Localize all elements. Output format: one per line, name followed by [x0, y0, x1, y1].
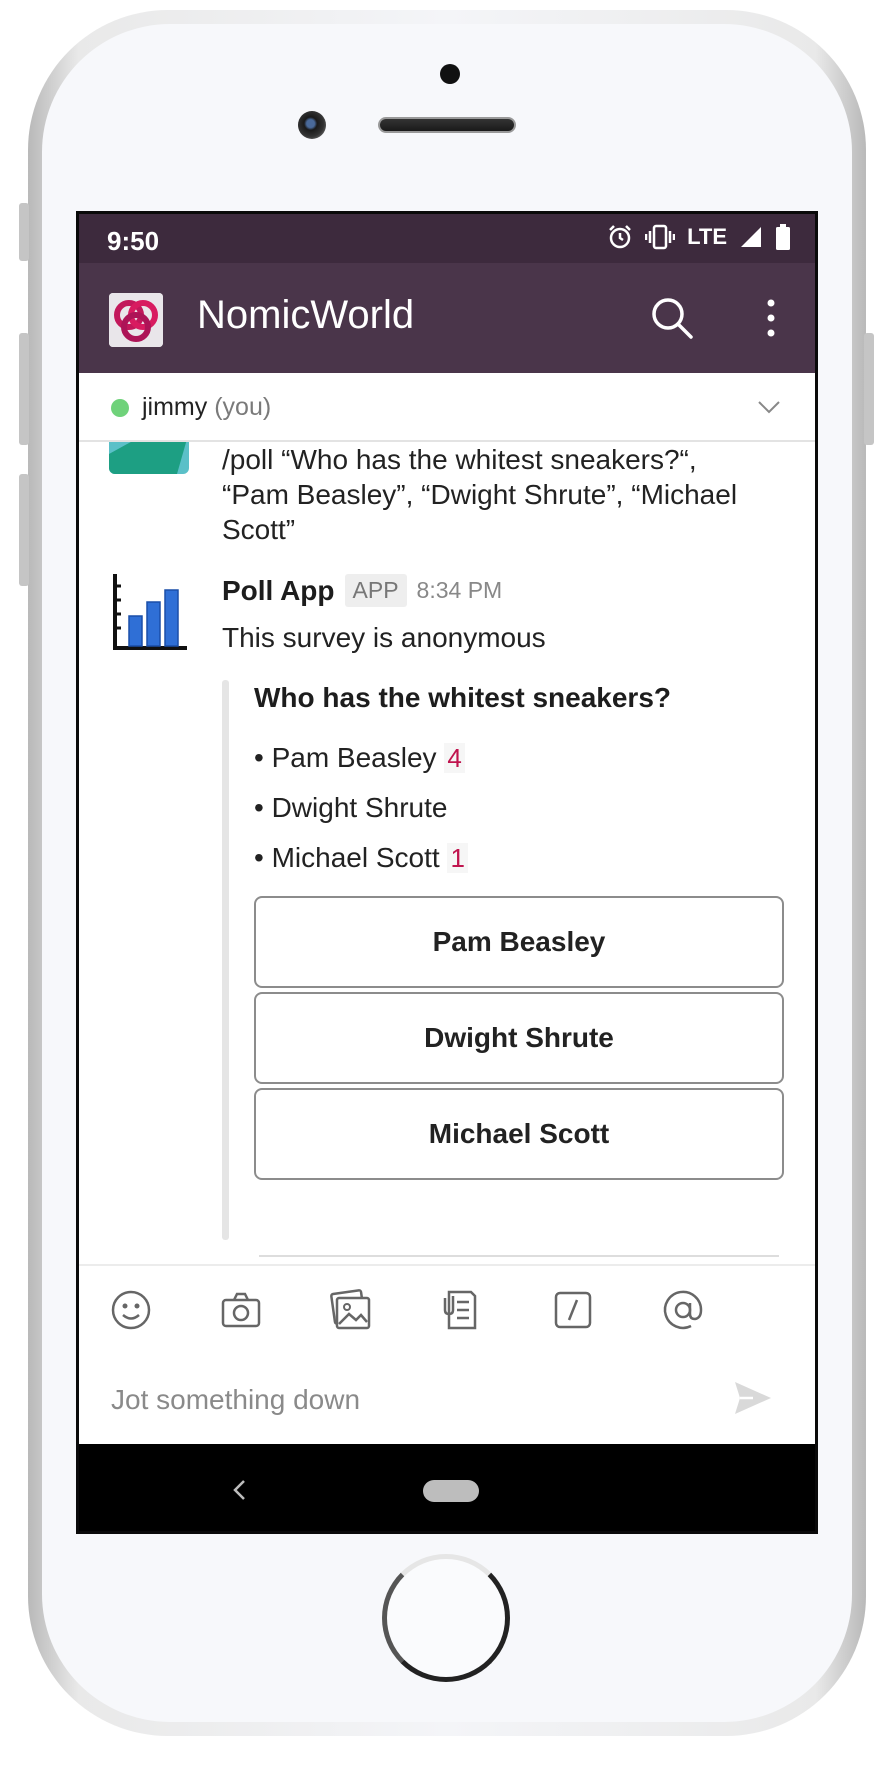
poll-option-result: • Dwight Shrute: [254, 792, 447, 824]
android-nav-bar: [79, 1444, 815, 1531]
status-bar: 9:50 LTE: [79, 214, 815, 263]
presence-you-label: (you): [214, 393, 272, 421]
earpiece-speaker: [378, 117, 516, 133]
chevron-down-icon[interactable]: [755, 393, 783, 421]
volume-down-button: [19, 474, 29, 586]
poll-option-result: • Pam Beasley 4: [254, 742, 465, 774]
proximity-sensor: [440, 64, 460, 84]
compose-toolbar: [79, 1264, 815, 1356]
user-avatar[interactable]: [109, 442, 189, 474]
previous-message-line: “Pam Beasley”, “Dwight Shrute”, “Michael: [222, 479, 738, 510]
vibrate-icon: [645, 224, 676, 250]
poll-subtitle: This survey is anonymous: [222, 622, 546, 653]
phone-screen: 9:50 LTE NomicWorld jimmy (you) /poll “W…: [76, 211, 818, 1534]
message-list: /poll “Who has the whitest sneakers?“, “…: [79, 442, 815, 1264]
alarm-icon: [609, 225, 631, 249]
attachment-border: [222, 680, 229, 1240]
status-time: 9:50: [107, 226, 160, 256]
image-gallery-icon[interactable]: [329, 1288, 373, 1332]
presence-user: jimmy (you): [142, 393, 271, 422]
presence-username: jimmy: [142, 393, 208, 421]
home-button[interactable]: [382, 1554, 510, 1682]
message-timestamp: 8:34 PM: [416, 577, 503, 603]
poll-option-result: • Michael Scott 1: [254, 842, 468, 874]
sender-name[interactable]: Poll App: [222, 575, 335, 607]
power-button: [864, 333, 874, 445]
mention-icon[interactable]: [661, 1288, 705, 1332]
search-icon[interactable]: [647, 293, 697, 343]
vote-count: 1: [447, 843, 468, 873]
message-input[interactable]: [109, 1374, 693, 1426]
slash-command-icon[interactable]: [551, 1288, 595, 1332]
network-type: LTE: [687, 224, 727, 249]
message-composer: [79, 1356, 815, 1444]
app-badge: APP: [344, 574, 407, 607]
vote-button-michael-scott[interactable]: Michael Scott: [254, 1088, 784, 1180]
battery-icon: [776, 224, 790, 250]
workspace-logo-icon[interactable]: [109, 293, 163, 347]
previous-message-line: /poll “Who has the whitest sneakers?“,: [222, 444, 697, 475]
vote-button-pam-beasley[interactable]: Pam Beasley: [254, 896, 784, 988]
status-icons: LTE: [607, 224, 791, 250]
ring-switch: [19, 203, 29, 261]
bar-chart-icon[interactable]: [109, 572, 189, 652]
front-camera: [298, 111, 326, 139]
previous-message-line: Scott”: [222, 514, 296, 545]
online-status-icon: [111, 399, 129, 417]
vote-button-dwight-shrute[interactable]: Dwight Shrute: [254, 992, 784, 1084]
poll-question: Who has the whitest sneakers?: [254, 682, 671, 713]
poll-option-label: • Michael Scott: [254, 842, 440, 873]
back-icon[interactable]: [229, 1478, 249, 1502]
app-bar: NomicWorld: [79, 263, 815, 373]
scroll-cutoff-divider: [259, 1255, 779, 1257]
vote-count: 4: [444, 743, 465, 773]
poll-message-header: Poll App APP 8:34 PM: [222, 574, 502, 607]
signal-icon: [741, 227, 761, 247]
emoji-icon[interactable]: [109, 1288, 153, 1332]
workspace-title[interactable]: NomicWorld: [197, 293, 414, 338]
poll-option-label: • Dwight Shrute: [254, 792, 448, 823]
nav-home-pill[interactable]: [423, 1480, 479, 1502]
presence-bar[interactable]: jimmy (you): [79, 373, 815, 442]
send-icon[interactable]: [731, 1376, 775, 1420]
file-attach-icon[interactable]: [439, 1288, 483, 1332]
more-options-icon[interactable]: [759, 295, 783, 341]
camera-icon[interactable]: [219, 1288, 263, 1332]
volume-up-button: [19, 333, 29, 445]
poll-option-label: • Pam Beasley: [254, 742, 437, 773]
